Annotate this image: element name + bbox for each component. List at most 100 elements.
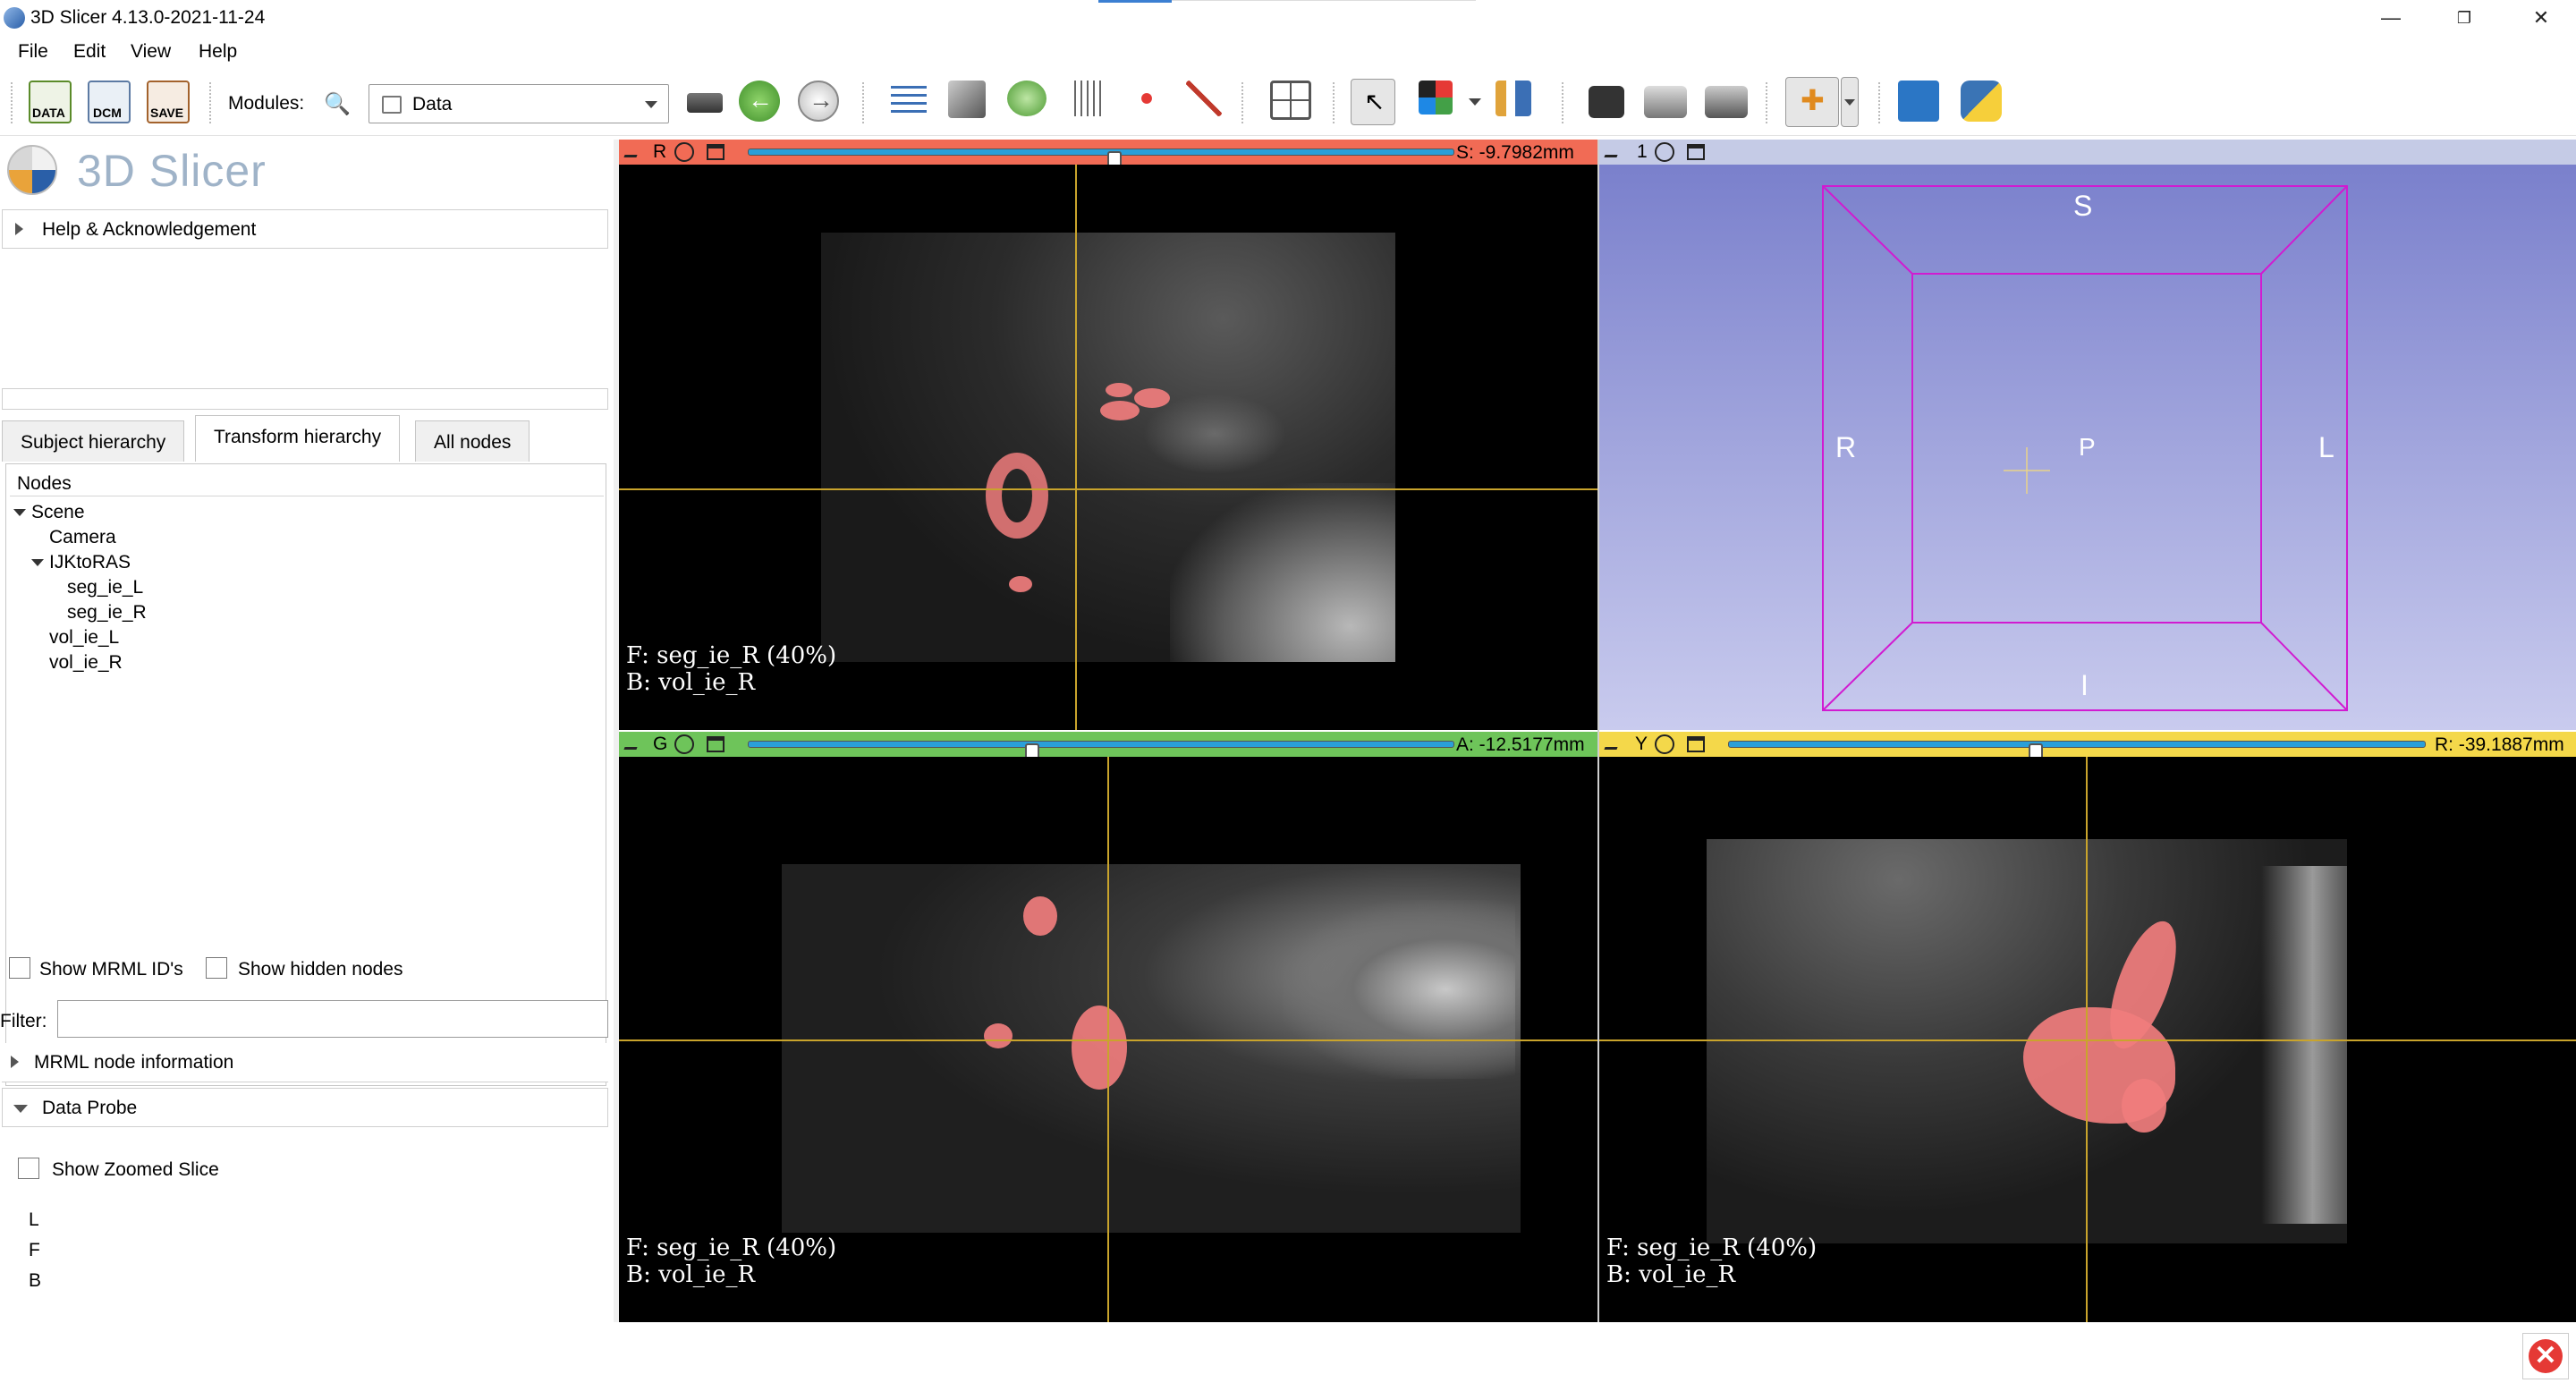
maximize-view-icon[interactable] — [1687, 736, 1705, 752]
python-console-icon[interactable] — [1961, 81, 2002, 122]
data-probe-label: Data Probe — [42, 1098, 138, 1118]
crosshair-vertical — [2086, 757, 2088, 1322]
window-level-icon[interactable] — [1419, 81, 1453, 115]
threed-view-label: 1 — [1637, 141, 1648, 162]
filter-label: Filter: — [0, 1011, 47, 1031]
screenshot-camera-icon[interactable] — [1589, 86, 1624, 118]
module-panel: 3D Slicer Help & Acknowledgement Subject… — [0, 140, 614, 1383]
red-slice-view[interactable]: F: seg_ie_R (40%) B: vol_ie_R — [619, 165, 1597, 730]
tree-item-ijktoras[interactable]: IJKtoRAS — [49, 552, 131, 573]
menu-edit[interactable]: Edit — [73, 41, 106, 63]
module-selector[interactable]: Data — [369, 84, 669, 123]
scene-view-camera-icon[interactable] — [1644, 86, 1687, 118]
yellow-view-label: Y — [1635, 734, 1648, 754]
volumes-module-icon[interactable] — [948, 81, 986, 118]
tree-item-camera[interactable]: Camera — [49, 527, 116, 548]
yellow-slice-controller: Y R: -39.1887mm — [1599, 732, 2576, 765]
orientation-label-superior: S — [2073, 190, 2093, 222]
yellow-slice-slider[interactable] — [1728, 741, 2426, 765]
chevron-down-icon[interactable] — [1469, 98, 1481, 106]
extension-manager-icon[interactable] — [1898, 81, 1939, 122]
fiducial-options-button[interactable] — [1841, 77, 1859, 127]
load-data-button[interactable]: DATA — [29, 81, 72, 123]
yellow-slice-view[interactable]: F: seg_ie_R (40%) B: vol_ie_R — [1599, 757, 2576, 1322]
layout-icon[interactable] — [1270, 81, 1311, 120]
green-slice-controller: G A: -12.5177mm — [619, 732, 1597, 765]
chevron-down-icon — [645, 101, 657, 108]
crosshair-horizontal — [1599, 1039, 2576, 1041]
data-probe-section[interactable]: Data Probe — [2, 1088, 608, 1127]
data-module-icon[interactable] — [891, 81, 927, 118]
minimize-button[interactable]: — — [2370, 4, 2411, 32]
crosshair-link-icon[interactable] — [674, 734, 694, 754]
filter-input[interactable] — [57, 1000, 608, 1038]
panel-splitter[interactable] — [614, 140, 619, 1322]
load-dicom-button[interactable]: DCM — [88, 81, 131, 123]
close-window-button[interactable]: ✕ — [2521, 4, 2562, 32]
crosshair-link-icon[interactable] — [674, 142, 694, 162]
show-zoomed-slice-checkbox[interactable] — [18, 1158, 39, 1179]
show-mrml-ids-label: Show MRML ID's — [39, 959, 183, 980]
orientation-label-right: R — [1835, 431, 1857, 463]
green-slice-view[interactable]: F: seg_ie_R (40%) B: vol_ie_R — [619, 757, 1597, 1322]
red-slice-slider[interactable] — [748, 148, 1454, 173]
crosshair-link-icon[interactable] — [1655, 734, 1674, 754]
pin-icon[interactable] — [623, 145, 641, 157]
show-hidden-nodes-checkbox[interactable] — [206, 957, 227, 979]
tab-all-nodes[interactable]: All nodes — [415, 420, 530, 462]
green-slice-image — [782, 864, 1521, 1233]
crosshair-mode-icon[interactable] — [1496, 81, 1531, 116]
markups-module-icon[interactable] — [1129, 81, 1165, 116]
show-mrml-ids-checkbox[interactable] — [9, 957, 30, 979]
module-search-icon[interactable]: 🔍 — [324, 91, 351, 117]
maximize-view-icon[interactable] — [1687, 144, 1705, 160]
error-log-button[interactable]: ✕ — [2522, 1333, 2569, 1379]
yellow-foreground-annotation: F: seg_ie_R (40%) — [1606, 1235, 1818, 1261]
toolbar-separator — [209, 82, 211, 123]
pin-icon[interactable] — [623, 737, 641, 750]
restore-scene-icon[interactable] — [1705, 86, 1748, 118]
toolbar-separator — [1766, 82, 1767, 123]
tab-subject-hierarchy[interactable]: Subject hierarchy — [2, 420, 185, 462]
threed-view[interactable]: S R P L I — [1599, 165, 2576, 730]
slicer-logo-icon — [7, 145, 57, 195]
tree-item-scene[interactable]: Scene — [31, 502, 85, 523]
back-arrow-icon[interactable]: ← — [739, 81, 780, 122]
expand-arrow-icon[interactable] — [31, 559, 44, 566]
forward-arrow-icon[interactable]: → — [798, 81, 839, 122]
maximize-view-icon[interactable] — [707, 736, 724, 752]
maximize-view-icon[interactable] — [707, 144, 724, 160]
toolbar-separator — [1562, 82, 1563, 123]
menu-view[interactable]: View — [131, 41, 171, 63]
pin-icon[interactable] — [1604, 145, 1622, 157]
tree-item-vol-ie-l[interactable]: vol_ie_L — [49, 627, 119, 649]
tab-transform-hierarchy[interactable]: Transform hierarchy — [195, 415, 401, 462]
tree-item-seg-ie-l[interactable]: seg_ie_L — [67, 577, 143, 598]
expand-arrow-icon[interactable] — [13, 509, 26, 516]
mouse-pointer-icon: ↖ — [1364, 88, 1385, 115]
tree-item-seg-ie-r[interactable]: seg_ie_R — [67, 602, 147, 624]
center-view-icon[interactable] — [1655, 142, 1674, 162]
pointer-mode-button[interactable]: ↖ — [1351, 79, 1395, 125]
help-acknowledgement-section[interactable]: Help & Acknowledgement — [2, 209, 608, 249]
node-tree[interactable]: Nodes Scene Camera IJKtoRAS seg_ie_L seg… — [5, 463, 606, 1086]
save-button[interactable]: SAVE — [147, 81, 190, 123]
menu-help[interactable]: Help — [199, 41, 237, 63]
green-slice-slider[interactable] — [748, 741, 1454, 765]
place-fiducial-button[interactable]: ✚ — [1785, 77, 1839, 127]
restore-button[interactable]: ❐ — [2444, 4, 2485, 32]
segmentation-overlay — [1106, 383, 1132, 397]
segmentation-overlay — [1100, 401, 1140, 420]
mrml-node-information-section[interactable]: MRML node information — [2, 1043, 608, 1082]
pin-icon[interactable] — [1604, 737, 1622, 750]
segment-editor-icon[interactable] — [1186, 81, 1222, 116]
tree-item-vol-ie-r[interactable]: vol_ie_R — [49, 652, 123, 674]
transforms-module-icon[interactable] — [1070, 81, 1106, 116]
help-section-body — [2, 388, 608, 410]
show-hidden-nodes-label: Show hidden nodes — [238, 959, 403, 980]
models-module-icon[interactable] — [1007, 81, 1046, 116]
yellow-background-annotation: B: vol_ie_R — [1606, 1261, 1736, 1288]
module-history-icon[interactable] — [687, 93, 723, 113]
mrml-info-label: MRML node information — [34, 1052, 234, 1073]
menu-file[interactable]: File — [18, 41, 48, 63]
